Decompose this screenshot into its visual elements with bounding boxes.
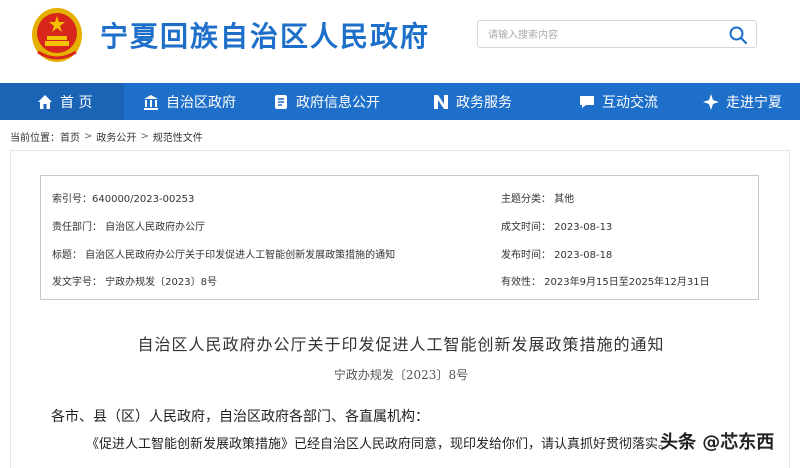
chat-icon — [580, 95, 594, 108]
nav-item-about-ningxia[interactable]: 走进宁夏 — [680, 83, 800, 120]
main-nav: 首 页 自治区政府 政府信息公开 政务服务 互动交流 走进宁夏 — [0, 83, 800, 120]
search-box — [477, 20, 757, 48]
nav-label: 互动交流 — [602, 94, 658, 111]
service-icon — [434, 94, 448, 109]
nav-label: 政务服务 — [456, 94, 512, 111]
compass-icon — [703, 93, 719, 110]
nav-item-home[interactable]: 首 页 — [0, 83, 124, 120]
search-input[interactable] — [488, 27, 718, 43]
nav-item-interaction[interactable]: 互动交流 — [548, 83, 680, 120]
meta-title: 标题： 自治区人民政府办公厅关于印发促进人工智能创新发展政策措施的通知 — [52, 250, 396, 261]
meta-published-date: 发布时间： 2023-08-18 — [501, 250, 613, 261]
nav-label: 政府信息公开 — [296, 94, 380, 111]
site-title[interactable]: 宁夏回族自治区人民政府 — [100, 15, 430, 55]
meta-validity: 有效性： 2023年9月15日至2025年12月31日 — [501, 277, 710, 288]
document-icon — [275, 94, 287, 109]
body-paragraph: 《促进人工智能创新发展政策措施》已经自治区人民政府同意，现印发给你们，请认真抓好… — [86, 437, 672, 452]
breadcrumb-separator: > — [84, 131, 93, 142]
article-container: 索引号：640000/2023-00253 主题分类： 其他 责任部门： 自治区… — [10, 150, 790, 468]
nav-item-services[interactable]: 政务服务 — [404, 83, 548, 120]
breadcrumb-prefix: 当前位置： — [10, 133, 60, 144]
document-number: 宁政办规发〔2023〕8号 — [333, 368, 469, 382]
home-icon — [38, 94, 52, 109]
nav-item-info-disclosure[interactable]: 政府信息公开 — [254, 83, 404, 120]
meta-index-no: 索引号：640000/2023-00253 — [52, 194, 195, 205]
nav-label: 走进宁夏 — [726, 94, 782, 111]
breadcrumb-separator: > — [140, 131, 149, 142]
document-metadata-table: 索引号：640000/2023-00253 主题分类： 其他 责任部门： 自治区… — [40, 175, 759, 300]
meta-doc-number: 发文字号： 宁政办规发〔2023〕8号 — [52, 277, 217, 288]
site-header: 宁夏回族自治区人民政府 — [0, 0, 800, 83]
nav-label: 首 页 — [60, 94, 93, 111]
meta-department: 责任部门： 自治区人民政府办公厅 — [52, 222, 206, 233]
breadcrumb-normative-docs[interactable]: 规范性文件 — [153, 129, 203, 144]
breadcrumb: 当前位置： 首页 > 政务公开 > 规范性文件 — [10, 129, 203, 144]
building-icon — [144, 94, 158, 110]
watermark: 头条 @芯东西 — [660, 432, 775, 453]
body-paragraph: 各市、县（区）人民政府，自治区政府各部门、各直属机构： — [51, 409, 429, 425]
meta-category: 主题分类： 其他 — [501, 194, 575, 205]
nav-item-government[interactable]: 自治区政府 — [124, 83, 254, 120]
meta-created-date: 成文时间： 2023-08-13 — [501, 222, 613, 233]
breadcrumb-home[interactable]: 首页 — [60, 129, 80, 144]
nav-label: 自治区政府 — [166, 94, 236, 111]
search-icon[interactable] — [728, 25, 748, 45]
breadcrumb-gov-affairs[interactable]: 政务公开 — [96, 129, 136, 144]
national-emblem-icon — [32, 8, 82, 62]
document-title: 自治区人民政府办公厅关于印发促进人工智能创新发展政策措施的通知 — [137, 335, 665, 354]
